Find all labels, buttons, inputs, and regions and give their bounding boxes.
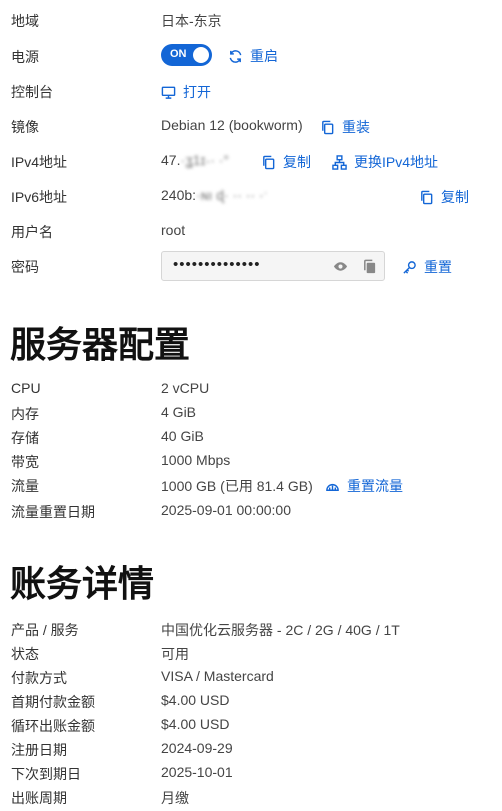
copy-ipv4-label: 复制 xyxy=(283,154,311,170)
ipv6-prefix: 240b: xyxy=(161,187,197,203)
reinstall-button[interactable]: 重装 xyxy=(320,117,370,137)
config-label: 带宽 xyxy=(11,454,39,470)
copy-icon[interactable] xyxy=(362,259,377,274)
billing-label: 出账周期 xyxy=(11,790,67,806)
copy-ipv4-button[interactable]: 复制 xyxy=(261,152,311,172)
gauge-icon xyxy=(326,483,339,491)
copy-icon xyxy=(263,155,275,169)
power-label: 电源 xyxy=(11,49,39,65)
open-console-label: 打开 xyxy=(183,84,211,100)
password-label: 密码 xyxy=(11,259,39,275)
config-value: 40 GiB xyxy=(161,428,204,444)
ipv4-masked: ·ʓ1ɪ˴· ·° xyxy=(180,152,230,168)
server-config-heading: 服务器配置 xyxy=(10,324,191,365)
billing-value: $4.00 USD xyxy=(161,692,230,708)
ipv4-value: 47.·ʓ1ɪ˴· ·° xyxy=(161,152,229,168)
reinstall-label: 重装 xyxy=(342,119,370,135)
config-label: 存储 xyxy=(11,430,39,446)
config-label: 流量 xyxy=(11,478,39,494)
billing-label: 产品 / 服务 xyxy=(11,622,79,638)
billing-value: 中国优化云服务器 - 2C / 2G / 40G / 1T xyxy=(161,622,400,638)
ipv6-masked: ·ɴı ɖ· ·· ·· ·ˑ xyxy=(196,187,268,203)
image-label: 镜像 xyxy=(11,119,39,135)
billing-value: 2024-09-29 xyxy=(161,740,233,756)
refresh-icon xyxy=(229,49,242,63)
monitor-icon xyxy=(161,86,176,99)
password-field[interactable]: •••••••••••••• xyxy=(161,251,385,281)
ipv4-label: IPv4地址 xyxy=(11,154,68,170)
change-ipv4-label: 更换IPv4地址 xyxy=(354,154,439,170)
username-value: root xyxy=(161,222,186,238)
billing-label: 状态 xyxy=(11,646,39,662)
billing-value: $4.00 USD xyxy=(161,716,230,732)
billing-value: 月缴 xyxy=(161,790,189,806)
billing-value: VISA / Mastercard xyxy=(161,668,274,684)
eye-icon[interactable] xyxy=(333,259,348,274)
reset-password-label: 重置 xyxy=(424,259,452,275)
billing-label: 下次到期日 xyxy=(11,766,81,782)
reset-password-button[interactable]: 重置 xyxy=(402,257,452,277)
ipv6-value: 240b:·ɴı ɖ· ·· ·· ·ˑ xyxy=(161,187,268,203)
restart-label: 重启 xyxy=(250,48,278,64)
copy-icon xyxy=(421,190,433,204)
image-value: Debian 12 (bookworm) xyxy=(161,117,303,133)
region-label: 地域 xyxy=(11,13,39,29)
billing-label: 首期付款金额 xyxy=(11,694,95,710)
power-toggle-text: ON xyxy=(170,48,187,60)
config-value: 1000 Mbps xyxy=(161,452,231,468)
billing-value: 2025-10-01 xyxy=(161,764,233,780)
config-value: 2025-09-01 00:00:00 xyxy=(161,502,291,518)
config-label: 流量重置日期 xyxy=(11,504,95,520)
power-toggle-knob xyxy=(193,47,209,63)
config-value: 4 GiB xyxy=(161,404,197,420)
console-label: 控制台 xyxy=(11,84,53,100)
password-dots: •••••••••••••• xyxy=(173,256,261,273)
reset-traffic-button[interactable]: 重置流量 xyxy=(325,476,403,496)
config-label: 内存 xyxy=(11,406,39,422)
config-value: 2 vCPU xyxy=(161,380,210,396)
billing-label: 循环出账金额 xyxy=(11,718,95,734)
region-value: 日本-东京 xyxy=(161,13,222,29)
billing-heading: 账务详情 xyxy=(10,563,155,604)
ipv6-label: IPv6地址 xyxy=(11,189,68,205)
config-label: CPU xyxy=(11,380,41,396)
billing-value: 可用 xyxy=(161,646,189,662)
restart-button[interactable]: 重启 xyxy=(228,46,278,66)
open-console-button[interactable]: 打开 xyxy=(161,82,211,102)
billing-label: 付款方式 xyxy=(11,670,67,686)
network-icon xyxy=(332,154,347,170)
key-icon xyxy=(403,260,416,274)
copy-icon xyxy=(322,120,334,134)
username-label: 用户名 xyxy=(11,224,53,240)
billing-label: 注册日期 xyxy=(11,742,67,758)
config-value: 1000 GB (已用 81.4 GB) xyxy=(161,478,313,494)
copy-ipv6-button[interactable]: 复制 xyxy=(419,187,469,207)
reset-traffic-label: 重置流量 xyxy=(347,478,403,494)
ipv4-prefix: 47. xyxy=(161,152,181,168)
power-toggle[interactable]: ON xyxy=(161,44,212,66)
change-ipv4-button[interactable]: 更换IPv4地址 xyxy=(332,152,438,172)
copy-ipv6-label: 复制 xyxy=(441,189,469,205)
